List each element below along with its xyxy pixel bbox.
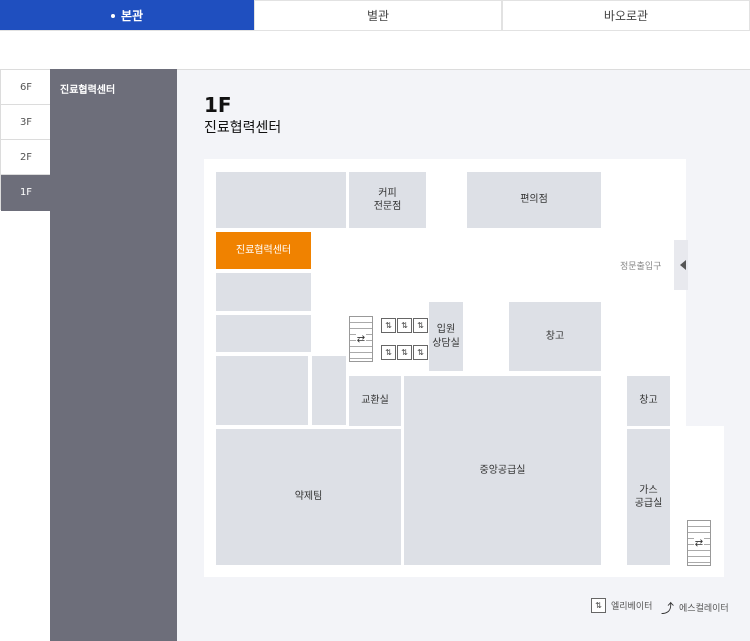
room-unnamed <box>312 356 346 425</box>
room-unnamed <box>216 315 311 352</box>
elevator-icon: ⇅ <box>413 345 428 360</box>
escalator-icon: ⇄ <box>687 520 711 566</box>
room-storage: 창고 <box>627 376 670 426</box>
room-label: 전문점 <box>373 201 402 212</box>
room-label: 공급실 <box>634 498 663 509</box>
room-label: 창고 <box>639 395 658 407</box>
room-central-supply: 중앙공급실 <box>404 376 601 565</box>
room-gas-supply: 가스공급실 <box>627 429 670 565</box>
legend-label: 에스컬레이터 <box>679 604 729 614</box>
active-dot-icon <box>110 13 115 18</box>
room-label: 창고 <box>545 330 565 342</box>
legend-elevator: ⇅ 엘리베이터 <box>591 598 652 613</box>
room-pharmacy: 약제팀 <box>216 429 401 565</box>
elevator-icon: ⇅ <box>397 318 412 333</box>
legend-label: 엘리베이터 <box>611 602 653 612</box>
tab-annex[interactable]: 별관 <box>254 0 502 30</box>
department-item[interactable]: 진료협력센터 <box>60 81 115 96</box>
tab-label: 바오로관 <box>603 9 649 23</box>
escalator-icon: ⇄ <box>349 316 373 362</box>
floor-label: 6F <box>19 81 33 93</box>
elevator-icon: ⇅ <box>381 318 396 333</box>
room-coffee-shop: 커피전문점 <box>349 172 426 228</box>
room-label: 가스 <box>639 484 658 496</box>
department-list: 진료협력센터 <box>50 69 177 641</box>
room-referral-center[interactable]: 진료협력센터 <box>216 232 311 269</box>
room-admission-counseling: 입원상담실 <box>429 302 463 371</box>
floor-3f[interactable]: 3F <box>1 105 51 140</box>
room-label: 편의점 <box>520 194 548 206</box>
room-storage: 창고 <box>509 302 601 371</box>
floor-label: 3F <box>19 116 33 128</box>
room-convenience-store: 편의점 <box>467 172 601 228</box>
floor-6f[interactable]: 6F <box>1 70 51 105</box>
room-label: 중앙공급실 <box>479 464 526 476</box>
floor-label: 1F <box>19 187 33 198</box>
tab-label: 본관 <box>120 9 144 23</box>
tab-main-building[interactable]: 본관 <box>0 0 254 30</box>
floor-title: 1F <box>204 93 232 117</box>
room-unnamed <box>216 172 346 228</box>
floor-selector: 6F 3F 2F 1F <box>0 69 51 211</box>
escalator-icon: ⤴ <box>661 602 675 617</box>
floor-1f[interactable]: 1F <box>1 175 51 211</box>
room-label: 입원 <box>436 324 456 335</box>
elevator-icon: ⇅ <box>591 598 606 613</box>
main-entrance-label: 정문출입구 <box>620 262 662 272</box>
floor-label: 2F <box>19 151 33 163</box>
elevator-icon: ⇅ <box>413 318 428 333</box>
tab-paul-building[interactable]: 바오로관 <box>502 0 750 30</box>
legend-escalator: ⤴ 에스컬레이터 <box>661 598 729 617</box>
elevator-icon: ⇅ <box>397 345 412 360</box>
room-unnamed <box>216 356 308 425</box>
tab-label: 별관 <box>366 9 390 23</box>
room-label: 상담실 <box>432 337 460 349</box>
room-unnamed <box>216 273 311 311</box>
department-title: 진료협력센터 <box>204 120 282 136</box>
building-tabs: 본관 별관 바오로관 <box>0 0 750 31</box>
room-label: 교환실 <box>361 395 389 407</box>
room-exchange: 교환실 <box>349 376 401 426</box>
room-label: 진료협력센터 <box>235 244 292 256</box>
arrow-left-icon <box>680 260 686 270</box>
elevator-icon: ⇅ <box>381 345 396 360</box>
floor-2f[interactable]: 2F <box>1 140 51 175</box>
room-label: 약제팀 <box>294 491 323 503</box>
room-label: 커피 <box>378 187 397 199</box>
